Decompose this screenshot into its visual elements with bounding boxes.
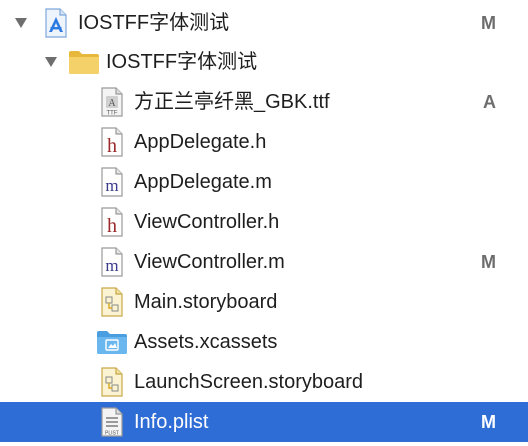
ttf-icon-text: TTF [107, 111, 118, 117]
file-name: 方正兰亭纤黑_GBK.ttf [134, 91, 330, 113]
project-row[interactable]: IOSTFF字体测试 M [0, 3, 528, 43]
file-row[interactable]: h ViewController.h [0, 202, 528, 242]
file-row[interactable]: Main.storyboard [0, 282, 528, 322]
file-row[interactable]: Assets.xcassets [0, 322, 528, 362]
status-badge: M [481, 252, 496, 272]
xcode-project-icon [42, 8, 70, 38]
file-name: LaunchScreen.storyboard [134, 371, 364, 393]
file-name: AppDelegate.m [134, 171, 272, 193]
plist-file-icon: PLIST [98, 407, 126, 437]
file-row-selected[interactable]: PLIST Info.plist M [0, 402, 528, 442]
file-name: Info.plist [134, 411, 209, 433]
file-name: ViewController.h [134, 211, 280, 233]
disclosure-triangle-icon[interactable] [14, 16, 28, 30]
header-file-icon: h [98, 207, 126, 237]
plist-icon-text: PLIST [105, 431, 119, 437]
disclosure-triangle-icon[interactable] [44, 55, 58, 69]
file-name: Assets.xcassets [134, 331, 278, 353]
header-file-icon: h [98, 127, 126, 157]
status-badge: M [481, 13, 496, 33]
file-name: ViewController.m [134, 251, 285, 273]
group-row[interactable]: IOSTFF字体测试 [0, 42, 528, 82]
asset-catalog-icon [96, 327, 128, 357]
header-icon-letter: h [107, 135, 117, 157]
file-name: Main.storyboard [134, 291, 278, 313]
group-name: IOSTFF字体测试 [106, 51, 258, 73]
file-row[interactable]: A TTF 方正兰亭纤黑_GBK.ttf A [0, 82, 528, 122]
storyboard-file-icon [98, 367, 126, 397]
file-row[interactable]: m AppDelegate.m [0, 162, 528, 202]
file-row[interactable]: m ViewController.m M [0, 242, 528, 282]
ttf-file-icon: A TTF [98, 87, 126, 117]
status-badge: A [483, 92, 496, 112]
project-name: IOSTFF字体测试 [78, 12, 230, 34]
file-name: AppDelegate.h [134, 131, 267, 153]
file-row[interactable]: h AppDelegate.h [0, 122, 528, 162]
objc-file-icon: m [98, 247, 126, 277]
project-navigator: IOSTFF字体测试 M IOSTFF字体测试 A TTF 方正兰亭纤黑_GBK… [0, 0, 528, 446]
objc-icon-letter: m [105, 176, 118, 195]
svg-text:A: A [108, 98, 116, 109]
objc-icon-letter: m [105, 256, 118, 275]
storyboard-file-icon [98, 287, 126, 317]
file-row[interactable]: LaunchScreen.storyboard [0, 362, 528, 402]
folder-icon [68, 47, 100, 77]
header-icon-letter: h [107, 215, 117, 237]
objc-file-icon: m [98, 167, 126, 197]
status-badge: M [481, 412, 496, 432]
